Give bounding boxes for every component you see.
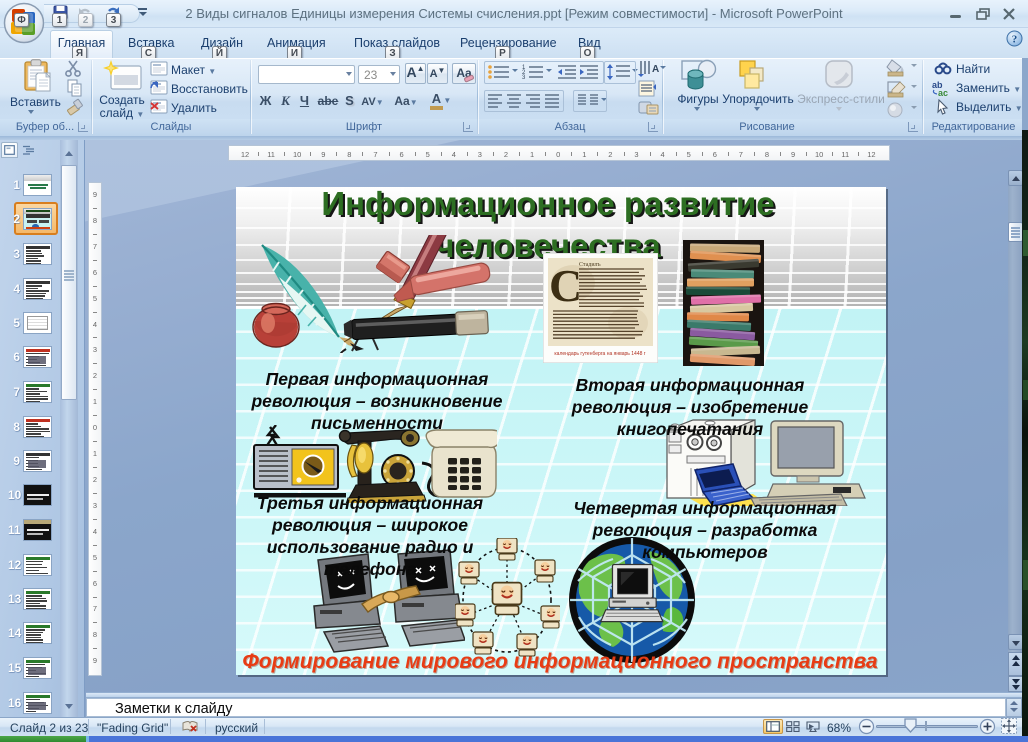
svg-text:Стадилъ: Стадилъ bbox=[579, 262, 601, 268]
svg-text:?: ? bbox=[1012, 34, 1018, 46]
svg-text:ac: ac bbox=[938, 88, 948, 96]
svg-text:календарь гутенберга на январь: календарь гутенберга на январь 1448 г bbox=[554, 351, 645, 357]
svg-text:А: А bbox=[652, 64, 659, 75]
svg-text:С: С bbox=[549, 260, 582, 311]
